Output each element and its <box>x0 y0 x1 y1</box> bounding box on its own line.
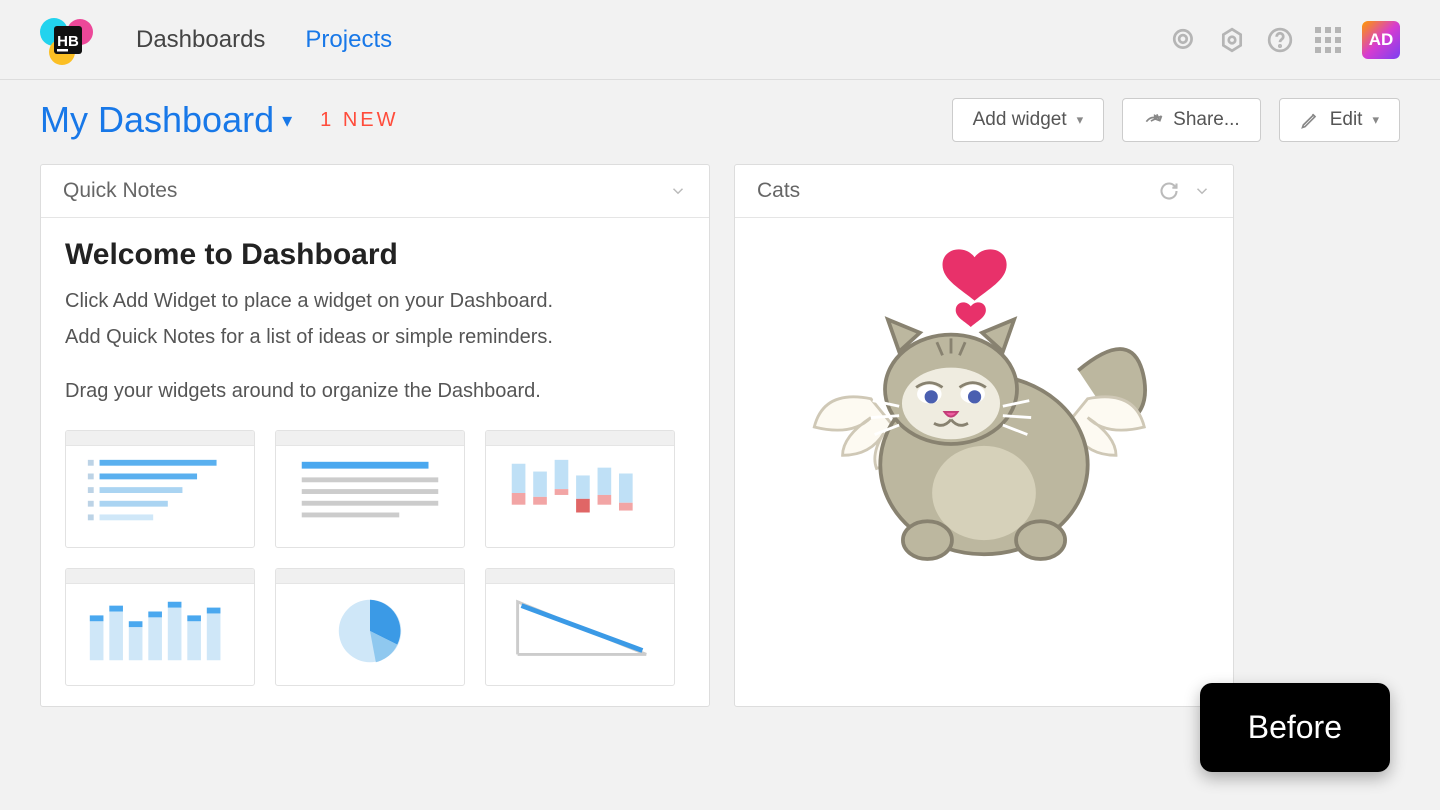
top-icons: AD <box>1170 21 1400 59</box>
widget-thumb-candlestick[interactable] <box>485 430 675 548</box>
dashboard-actions: Add widget ▾ Share... Edit ▾ <box>952 98 1400 142</box>
chevron-down-icon: ▾ <box>282 108 292 133</box>
subheader: My Dashboard ▾ 1 NEW Add widget ▾ Share.… <box>0 80 1440 164</box>
edit-button[interactable]: Edit ▾ <box>1279 98 1400 142</box>
widget-title: Quick Notes <box>63 179 177 203</box>
widget-header: Cats <box>735 165 1233 218</box>
apps-grid-icon[interactable] <box>1314 26 1342 54</box>
dashboard-title-text: My Dashboard <box>40 99 274 141</box>
nav-projects[interactable]: Projects <box>305 26 392 54</box>
nav-dashboards[interactable]: Dashboards <box>136 26 265 54</box>
quick-notes-line1: Click Add Widget to place a widget on yo… <box>65 286 685 316</box>
cat-image <box>735 218 1233 598</box>
chevron-down-icon: ▾ <box>1372 112 1379 128</box>
topbar: HB Dashboards Projects AD <box>0 0 1440 80</box>
share-button[interactable]: Share... <box>1122 98 1261 142</box>
quick-notes-heading: Welcome to Dashboard <box>65 238 685 272</box>
share-label: Share... <box>1173 109 1240 131</box>
pencil-icon <box>1300 110 1320 130</box>
share-icon <box>1143 110 1163 130</box>
settings-icon[interactable] <box>1218 26 1246 54</box>
svg-text:HB: HB <box>57 33 79 50</box>
widget-thumb-list[interactable] <box>65 430 255 548</box>
widget-thumb-bars[interactable] <box>65 568 255 686</box>
widget-body: Welcome to Dashboard Click Add Widget to… <box>41 218 709 706</box>
help-icon[interactable] <box>1266 26 1294 54</box>
widget-title: Cats <box>757 179 800 203</box>
widget-cats: Cats <box>734 164 1234 707</box>
widget-header: Quick Notes <box>41 165 709 218</box>
chevron-down-icon: ▾ <box>1077 112 1084 128</box>
user-avatar[interactable]: AD <box>1362 21 1400 59</box>
quick-notes-line3: Drag your widgets around to organize the… <box>65 376 685 406</box>
widgets-area: Quick Notes Welcome to Dashboard Click A… <box>0 164 1440 707</box>
chevron-down-icon[interactable] <box>669 182 687 200</box>
add-widget-button[interactable]: Add widget ▾ <box>952 98 1105 142</box>
add-widget-label: Add widget <box>973 109 1067 131</box>
refresh-icon[interactable] <box>1159 181 1179 201</box>
widget-thumb-line[interactable] <box>485 568 675 686</box>
app-logo[interactable]: HB <box>40 12 96 68</box>
new-badge: 1 NEW <box>320 109 398 132</box>
nav-links: Dashboards Projects <box>136 26 392 54</box>
widget-quick-notes: Quick Notes Welcome to Dashboard Click A… <box>40 164 710 707</box>
quick-notes-line2: Add Quick Notes for a list of ideas or s… <box>65 322 685 352</box>
widget-thumbnails <box>65 430 685 686</box>
chevron-down-icon[interactable] <box>1193 182 1211 200</box>
before-label-overlay: Before <box>1200 683 1390 772</box>
widget-thumb-pie[interactable] <box>275 568 465 686</box>
edit-label: Edit <box>1330 109 1363 131</box>
dashboard-title-dropdown[interactable]: My Dashboard ▾ <box>40 99 292 141</box>
widget-thumb-text[interactable] <box>275 430 465 548</box>
search-icon[interactable] <box>1170 26 1198 54</box>
